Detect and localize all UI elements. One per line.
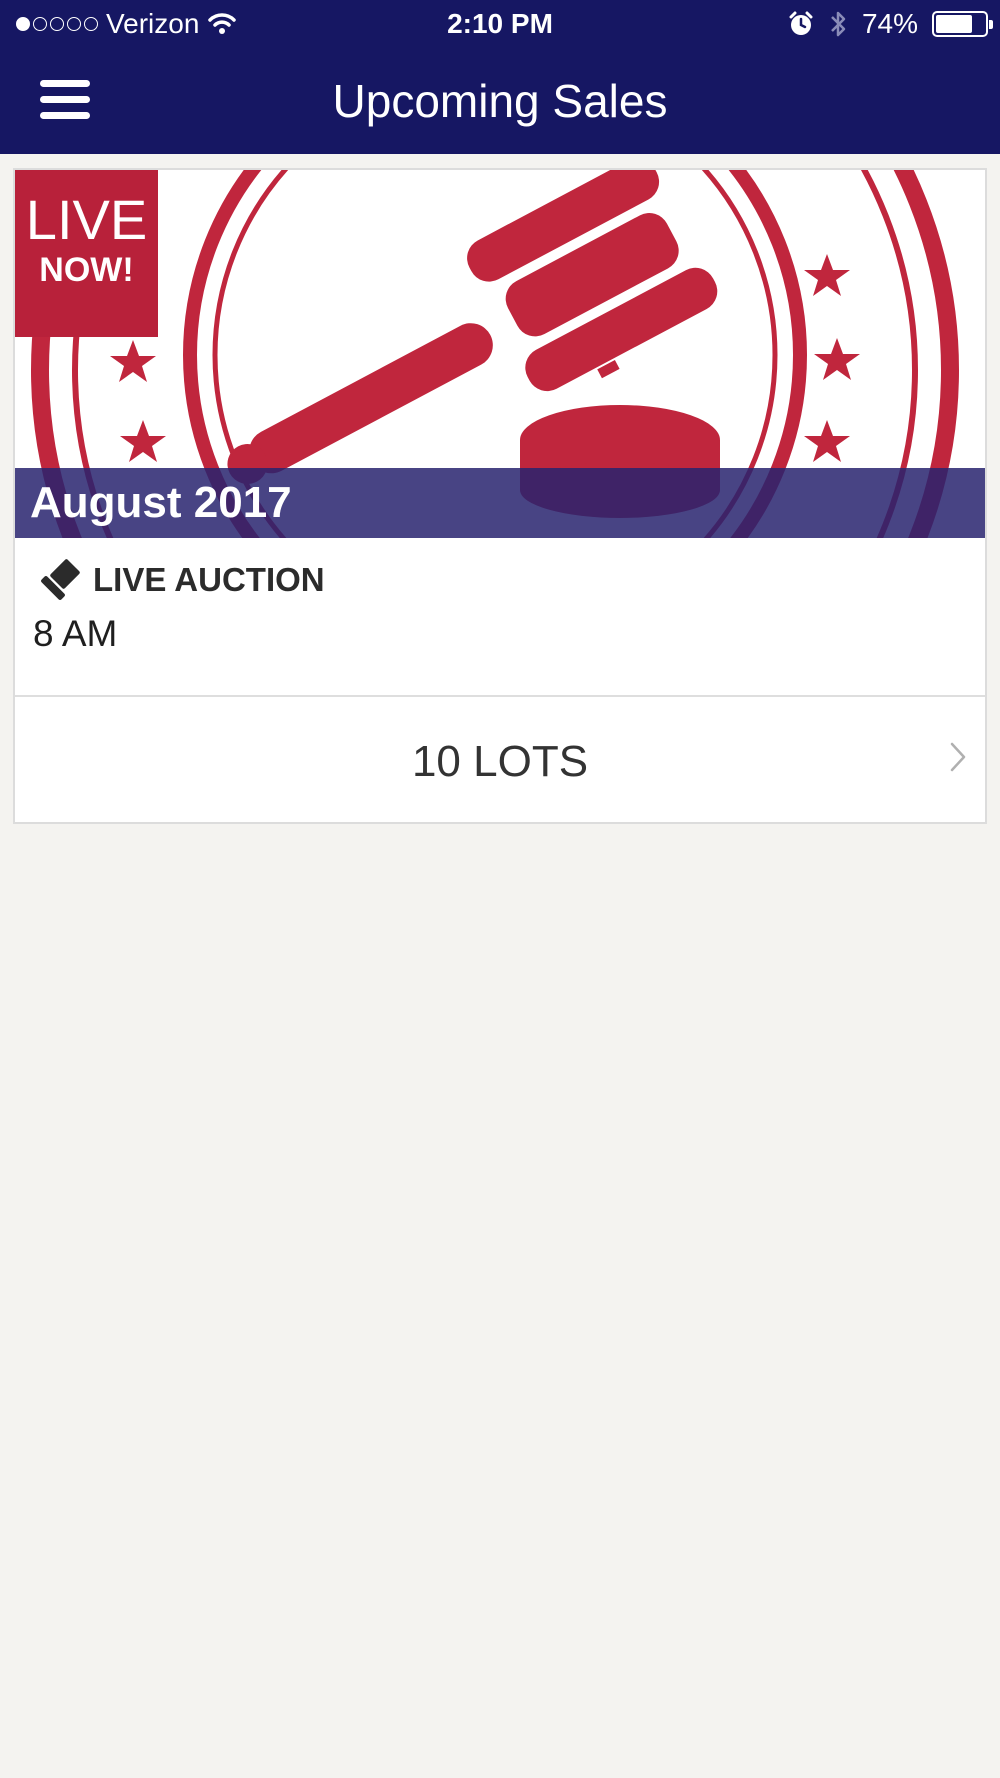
- lots-button[interactable]: 10 LOTS: [15, 697, 985, 824]
- auction-time: 8 AM: [33, 613, 118, 654]
- auction-type: LIVE AUCTION: [37, 558, 325, 602]
- battery-fill: [936, 15, 972, 33]
- battery-icon: [932, 11, 993, 37]
- nav-bar: Upcoming Sales: [0, 50, 1000, 154]
- live-now-badge: LIVE NOW!: [15, 170, 158, 337]
- sale-card[interactable]: LIVE NOW! August 2017 LIVE AUCTION 8 AM …: [13, 168, 987, 824]
- page-title: Upcoming Sales: [332, 75, 668, 127]
- alarm-icon: [789, 11, 813, 35]
- chevron-right-icon: [950, 742, 966, 772]
- battery-percent: 74%: [861, 8, 918, 39]
- status-bar: Verizon 2:10 PM 74%: [0, 0, 1000, 50]
- sale-title-bar: August 2017: [15, 468, 985, 538]
- sale-title: August 2017: [30, 478, 292, 527]
- sale-hero-image[interactable]: LIVE NOW! August 2017: [15, 170, 985, 538]
- badge-line1: LIVE: [25, 188, 148, 251]
- lots-label: 10 LOTS: [411, 737, 589, 786]
- status-right: 74%: [788, 8, 993, 40]
- bluetooth-icon: [831, 11, 846, 37]
- badge-line2: NOW!: [39, 251, 134, 289]
- gavel-icon: [41, 559, 80, 600]
- auction-type-label: LIVE AUCTION: [93, 561, 325, 598]
